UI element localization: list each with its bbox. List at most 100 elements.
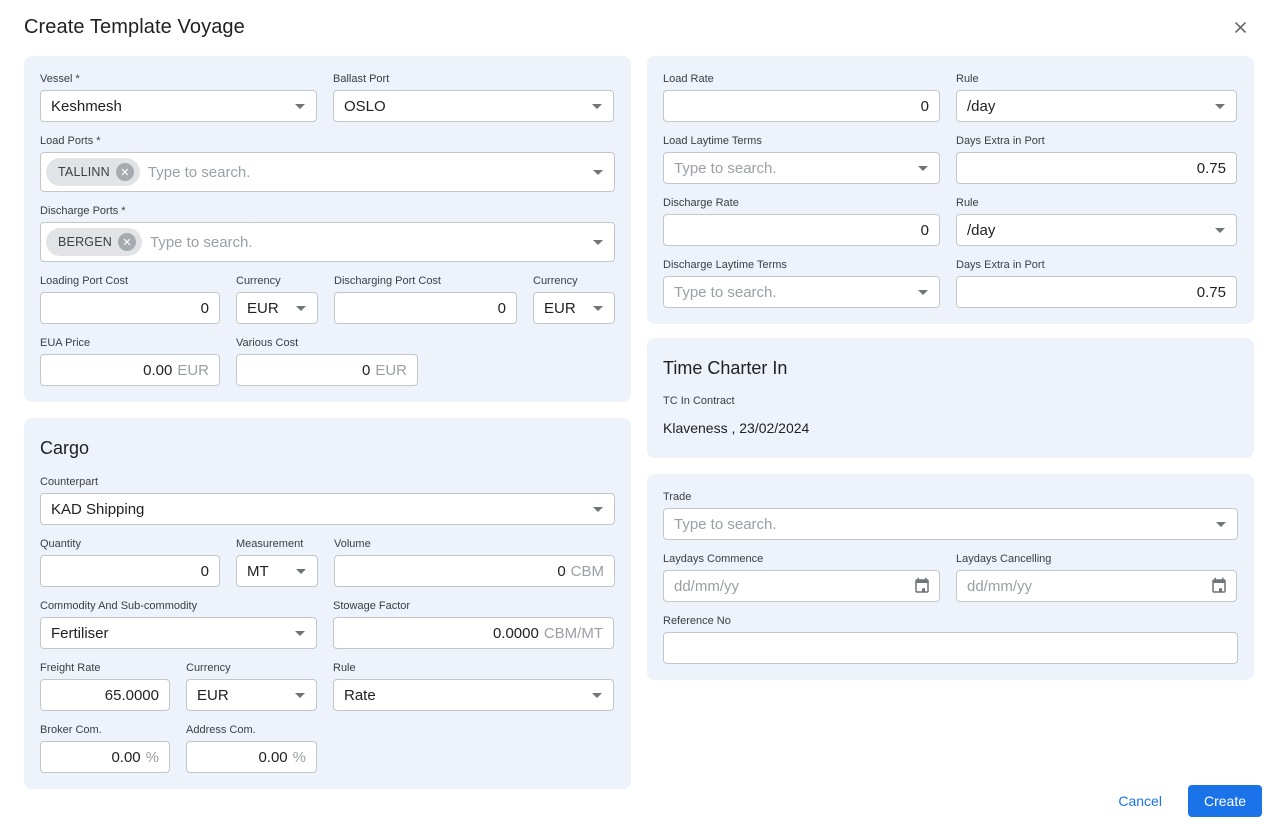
discharge-rate-input[interactable] (674, 221, 929, 239)
load-ports-field: Load Ports * TALLINN ✕ (40, 134, 615, 192)
dropdown-arrow-icon (593, 306, 603, 311)
vessel-select[interactable]: Keshmesh (40, 90, 317, 122)
ballast-port-label: Ballast Port (333, 73, 390, 85)
create-button[interactable]: Create (1187, 785, 1262, 817)
load-ports-input[interactable]: TALLINN ✕ (40, 152, 615, 192)
trade-search-input[interactable] (674, 515, 1207, 533)
dropdown-arrow-icon (918, 290, 928, 295)
dropdown-arrow-icon (1215, 104, 1225, 109)
dropdown-arrow-icon (1216, 522, 1226, 527)
close-icon (1234, 21, 1247, 34)
chip-delete-icon[interactable]: ✕ (115, 163, 134, 181)
address-com-field: Address Com. % (186, 723, 317, 773)
reference-no-field: Reference No (663, 614, 1238, 664)
discharge-laytime-terms-input[interactable] (663, 276, 940, 308)
volume-field: Volume CBM (334, 537, 615, 587)
dialog-header: Create Template Voyage (24, 16, 1254, 41)
chip-tallinn: TALLINN ✕ (46, 158, 140, 186)
cargo-heading: Cargo (40, 438, 90, 458)
loading-port-cost-input[interactable] (51, 299, 209, 317)
trade-input[interactable] (663, 508, 1238, 540)
counterpart-field: Counterpart KAD Shipping (40, 475, 615, 525)
load-rate-input[interactable] (674, 97, 929, 115)
freight-rule-field: Rule Rate (333, 661, 614, 711)
laydays-cancelling-input[interactable] (967, 577, 1204, 595)
reference-no-input[interactable] (674, 639, 1227, 657)
dropdown-arrow-icon (593, 507, 603, 512)
load-laytime-terms-field: Load Laytime Terms (663, 134, 940, 184)
discharge-ports-label: Discharge Ports * (40, 205, 126, 217)
chip-bergen: BERGEN ✕ (46, 228, 142, 256)
loading-currency-field: Currency EUR (236, 274, 318, 324)
freight-currency-field: Currency EUR (186, 661, 317, 711)
quantity-input[interactable] (51, 562, 209, 580)
ballast-port-field: Ballast Port OSLO (333, 72, 614, 122)
broker-com-input[interactable] (51, 748, 141, 766)
load-rule-select[interactable]: /day (956, 90, 1237, 122)
laydays-cancelling-field: Laydays Cancelling (956, 552, 1237, 602)
stowage-factor-input[interactable] (344, 624, 539, 642)
eua-price-input[interactable] (51, 361, 173, 379)
ballast-port-select[interactable]: OSLO (333, 90, 614, 122)
discharging-currency-select[interactable]: EUR (533, 292, 615, 324)
cancel-button[interactable]: Cancel (1106, 787, 1174, 815)
discharge-rate-field: Discharge Rate (663, 196, 940, 246)
discharge-ports-input[interactable]: BERGEN ✕ (40, 222, 615, 262)
discharge-ports-field: Discharge Ports * BERGEN ✕ (40, 204, 615, 262)
quantity-field: Quantity (40, 537, 220, 587)
voyage-panel: Vessel * Keshmesh Ballast Port OSLO Load… (24, 56, 631, 402)
freight-rate-input[interactable] (51, 686, 159, 704)
dropdown-arrow-icon (295, 693, 305, 698)
dropdown-arrow-icon (592, 104, 602, 109)
freight-currency-select[interactable]: EUR (186, 679, 317, 711)
vessel-field: Vessel * Keshmesh (40, 72, 317, 122)
commodity-select[interactable]: Fertiliser (40, 617, 317, 649)
discharge-laytime-terms-field: Discharge Laytime Terms (663, 258, 940, 308)
volume-input[interactable] (345, 562, 566, 580)
dropdown-arrow-icon (593, 170, 603, 175)
tc-in-contract-label: TC In Contract (663, 395, 735, 407)
laytime-panel: Load Rate Rule /day Load Laytime Terms (647, 56, 1254, 324)
address-com-input[interactable] (197, 748, 288, 766)
laydays-commence-input[interactable] (674, 577, 907, 595)
load-days-extra-field: Days Extra in Port (956, 134, 1237, 184)
stowage-factor-field: Stowage Factor CBM/MT (333, 599, 614, 649)
freight-rate-field: Freight Rate (40, 661, 170, 711)
eua-price-field: EUA Price EUR (40, 336, 220, 386)
left-column: Vessel * Keshmesh Ballast Port OSLO Load… (24, 56, 631, 789)
load-ports-search-input[interactable] (147, 163, 580, 181)
dropdown-arrow-icon (295, 631, 305, 636)
discharging-currency-field: Currency EUR (533, 274, 615, 324)
dialog-footer: Cancel Create (1106, 785, 1262, 817)
load-rule-field: Rule /day (956, 72, 1237, 122)
various-cost-input[interactable] (247, 361, 371, 379)
load-laytime-terms-search-input[interactable] (674, 159, 909, 177)
freight-rule-select[interactable]: Rate (333, 679, 614, 711)
calendar-icon[interactable] (913, 577, 931, 595)
discharge-ports-search-input[interactable] (150, 233, 580, 251)
discharging-port-cost-input[interactable] (345, 299, 506, 317)
close-button[interactable] (1227, 14, 1254, 41)
discharge-days-extra-field: Days Extra in Port (956, 258, 1237, 308)
dropdown-arrow-icon (592, 693, 602, 698)
broker-com-field: Broker Com. % (40, 723, 170, 773)
load-laytime-terms-input[interactable] (663, 152, 940, 184)
trade-panel: Trade Laydays Commence (647, 474, 1254, 680)
loading-currency-select[interactable]: EUR (236, 292, 318, 324)
dropdown-arrow-icon (295, 104, 305, 109)
time-charter-in-panel: Time Charter In TC In Contract Klaveness… (647, 338, 1254, 458)
discharge-rule-select[interactable]: /day (956, 214, 1237, 246)
discharge-days-extra-input[interactable] (967, 283, 1226, 301)
trade-field: Trade (663, 490, 1238, 540)
discharge-laytime-terms-search-input[interactable] (674, 283, 909, 301)
counterpart-select[interactable]: KAD Shipping (40, 493, 615, 525)
dropdown-arrow-icon (296, 569, 306, 574)
load-days-extra-input[interactable] (967, 159, 1226, 177)
measurement-select[interactable]: MT (236, 555, 318, 587)
discharging-port-cost-field: Discharging Port Cost (334, 274, 517, 324)
cargo-panel: Cargo Counterpart KAD Shipping Quantity … (24, 418, 631, 789)
chip-delete-icon[interactable]: ✕ (118, 233, 136, 251)
load-ports-label: Load Ports * (40, 135, 101, 147)
dropdown-arrow-icon (593, 240, 603, 245)
calendar-icon[interactable] (1210, 577, 1228, 595)
